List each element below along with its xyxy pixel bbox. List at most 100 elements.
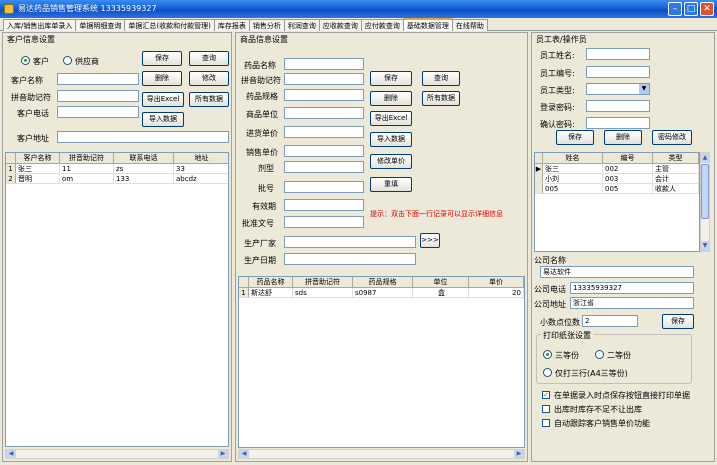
col-product-unit[interactable]: 单位: [413, 277, 469, 287]
sale-price-field[interactable]: [284, 145, 364, 157]
cell-id[interactable]: 003: [603, 174, 653, 183]
col-product-spec[interactable]: 药品规格: [353, 277, 413, 287]
scroll-down-icon[interactable]: ▼: [701, 241, 709, 251]
cell-type[interactable]: 会计: [653, 174, 699, 183]
company-address-field[interactable]: 浙江省: [570, 297, 694, 309]
cell-id[interactable]: 002: [603, 164, 653, 173]
staff-save-button[interactable]: 保存: [556, 130, 594, 145]
cell-name[interactable]: 张三: [16, 164, 60, 173]
staff-name-field[interactable]: [586, 48, 650, 60]
production-date-field[interactable]: [284, 253, 416, 265]
col-product-price[interactable]: 单价: [469, 277, 524, 287]
cell-price[interactable]: 20: [469, 288, 524, 297]
supplier-radio[interactable]: [63, 56, 72, 65]
table-row[interactable]: 2 晋明 om 133 abcdz: [6, 174, 228, 184]
col-staff-name[interactable]: 姓名: [543, 153, 603, 163]
customer-modify-button[interactable]: 修改: [189, 71, 229, 86]
login-password-field[interactable]: [586, 100, 650, 112]
reset-button[interactable]: 重填: [370, 177, 412, 192]
company-name-field[interactable]: 易达软件: [540, 266, 694, 278]
tab-basic-data[interactable]: 基础数据管理: [402, 18, 453, 31]
customer-address-field[interactable]: [57, 131, 229, 143]
col-product-name[interactable]: 药品名称: [249, 277, 293, 287]
cell-id[interactable]: 005: [603, 184, 653, 193]
scroll-left-icon[interactable]: ◀: [239, 450, 249, 458]
customer-radio[interactable]: [21, 56, 30, 65]
product-export-button[interactable]: 导出Excel: [370, 111, 412, 126]
product-query-button[interactable]: 查询: [422, 71, 460, 86]
product-name-field[interactable]: [284, 58, 364, 70]
table-row[interactable]: 小刘 003 会计: [535, 174, 699, 184]
cell-pinyin[interactable]: sds: [293, 288, 353, 297]
approval-number-field[interactable]: [284, 216, 364, 228]
more-manufacturers-button[interactable]: >>>: [420, 233, 440, 248]
purchase-price-field[interactable]: [284, 126, 364, 138]
print-three-rows-radio[interactable]: [543, 368, 552, 377]
decimal-places-field[interactable]: 2: [582, 315, 638, 327]
product-delete-button[interactable]: 删除: [370, 91, 412, 106]
tab-profit[interactable]: 利润查询: [283, 19, 320, 31]
cell-name[interactable]: 005: [543, 184, 603, 193]
staff-type-select[interactable]: ▼: [586, 83, 650, 95]
print-three-radio[interactable]: [543, 350, 552, 359]
expiry-field[interactable]: [284, 199, 364, 211]
cell-unit[interactable]: 盒: [413, 288, 469, 297]
company-phone-field[interactable]: 13335939327: [570, 282, 694, 294]
product-unit-field[interactable]: [284, 107, 364, 119]
scroll-right-icon[interactable]: ▶: [514, 450, 524, 458]
product-all-data-button[interactable]: 所有数据: [422, 91, 460, 106]
table-row[interactable]: 1 张三 11 zs 33: [6, 164, 228, 174]
tab-sales-analysis[interactable]: 销售分析: [248, 19, 285, 31]
customer-phone-field[interactable]: [57, 106, 139, 118]
change-password-button[interactable]: 密码修改: [652, 130, 692, 145]
customer-query-button[interactable]: 查询: [189, 51, 229, 66]
cell-pinyin[interactable]: 11: [60, 164, 114, 173]
tab-inventory[interactable]: 库存报表: [213, 19, 250, 31]
cell-phone[interactable]: 133: [114, 174, 174, 183]
table-row[interactable]: ▶ 张三 002 主管: [535, 164, 699, 174]
block-oversell-checkbox[interactable]: [542, 405, 550, 413]
tab-payable[interactable]: 应付款查询: [360, 19, 404, 31]
print-two-radio[interactable]: [595, 350, 604, 359]
customer-name-field[interactable]: [57, 73, 139, 85]
col-customer-address[interactable]: 地址: [174, 153, 228, 163]
minimize-button[interactable]: –: [668, 2, 682, 16]
cell-type[interactable]: 收款人: [653, 184, 699, 193]
cell-name[interactable]: 斯达舒: [249, 288, 293, 297]
chevron-down-icon[interactable]: ▼: [639, 84, 649, 94]
close-button[interactable]: ✕: [700, 2, 714, 16]
confirm-password-field[interactable]: [586, 117, 650, 129]
scroll-right-icon[interactable]: ▶: [218, 450, 228, 458]
tab-help[interactable]: 在线帮助: [451, 19, 488, 31]
product-spec-field[interactable]: [284, 89, 364, 101]
track-price-checkbox[interactable]: [542, 419, 550, 427]
col-customer-pinyin[interactable]: 拼音助记符: [60, 153, 114, 163]
batch-number-field[interactable]: [284, 181, 364, 193]
product-pinyin-field[interactable]: [284, 73, 364, 85]
col-customer-phone[interactable]: 联系电话: [114, 153, 174, 163]
customer-table[interactable]: 客户名称 拼音助记符 联系电话 地址 1 张三 11 zs 33 2 晋明 om…: [5, 152, 229, 447]
cell-type[interactable]: 主管: [653, 164, 699, 173]
tab-entry[interactable]: 入库/销售出库单录入: [3, 19, 77, 31]
dosage-form-field[interactable]: [284, 161, 364, 173]
col-staff-id[interactable]: 编号: [603, 153, 653, 163]
customer-import-button[interactable]: 导入数据: [142, 112, 184, 127]
col-product-pinyin[interactable]: 拼音助记符: [293, 277, 353, 287]
product-import-button[interactable]: 导入数据: [370, 132, 412, 147]
cell-name[interactable]: 张三: [543, 164, 603, 173]
cell-address[interactable]: 33: [174, 164, 228, 173]
cell-name[interactable]: 晋明: [16, 174, 60, 183]
staff-delete-button[interactable]: 删除: [604, 130, 642, 145]
col-staff-type[interactable]: 类型: [653, 153, 699, 163]
customer-pinyin-field[interactable]: [57, 90, 139, 102]
cell-pinyin[interactable]: om: [60, 174, 114, 183]
modify-price-button[interactable]: 修改单价: [370, 154, 412, 169]
tab-detail-query[interactable]: 单据明细查询: [75, 19, 126, 31]
tab-receivable[interactable]: 应收款查询: [318, 19, 362, 31]
product-table[interactable]: 药品名称 拼音助记符 药品规格 单位 单价 1 斯达舒 sds s0987 盒 …: [238, 276, 525, 448]
product-table-hscroll[interactable]: ◀ ▶: [238, 449, 525, 459]
scroll-up-icon[interactable]: ▲: [701, 153, 709, 163]
cell-phone[interactable]: zs: [114, 164, 174, 173]
cell-name[interactable]: 小刘: [543, 174, 603, 183]
print-on-save-checkbox[interactable]: ✓: [542, 391, 550, 399]
